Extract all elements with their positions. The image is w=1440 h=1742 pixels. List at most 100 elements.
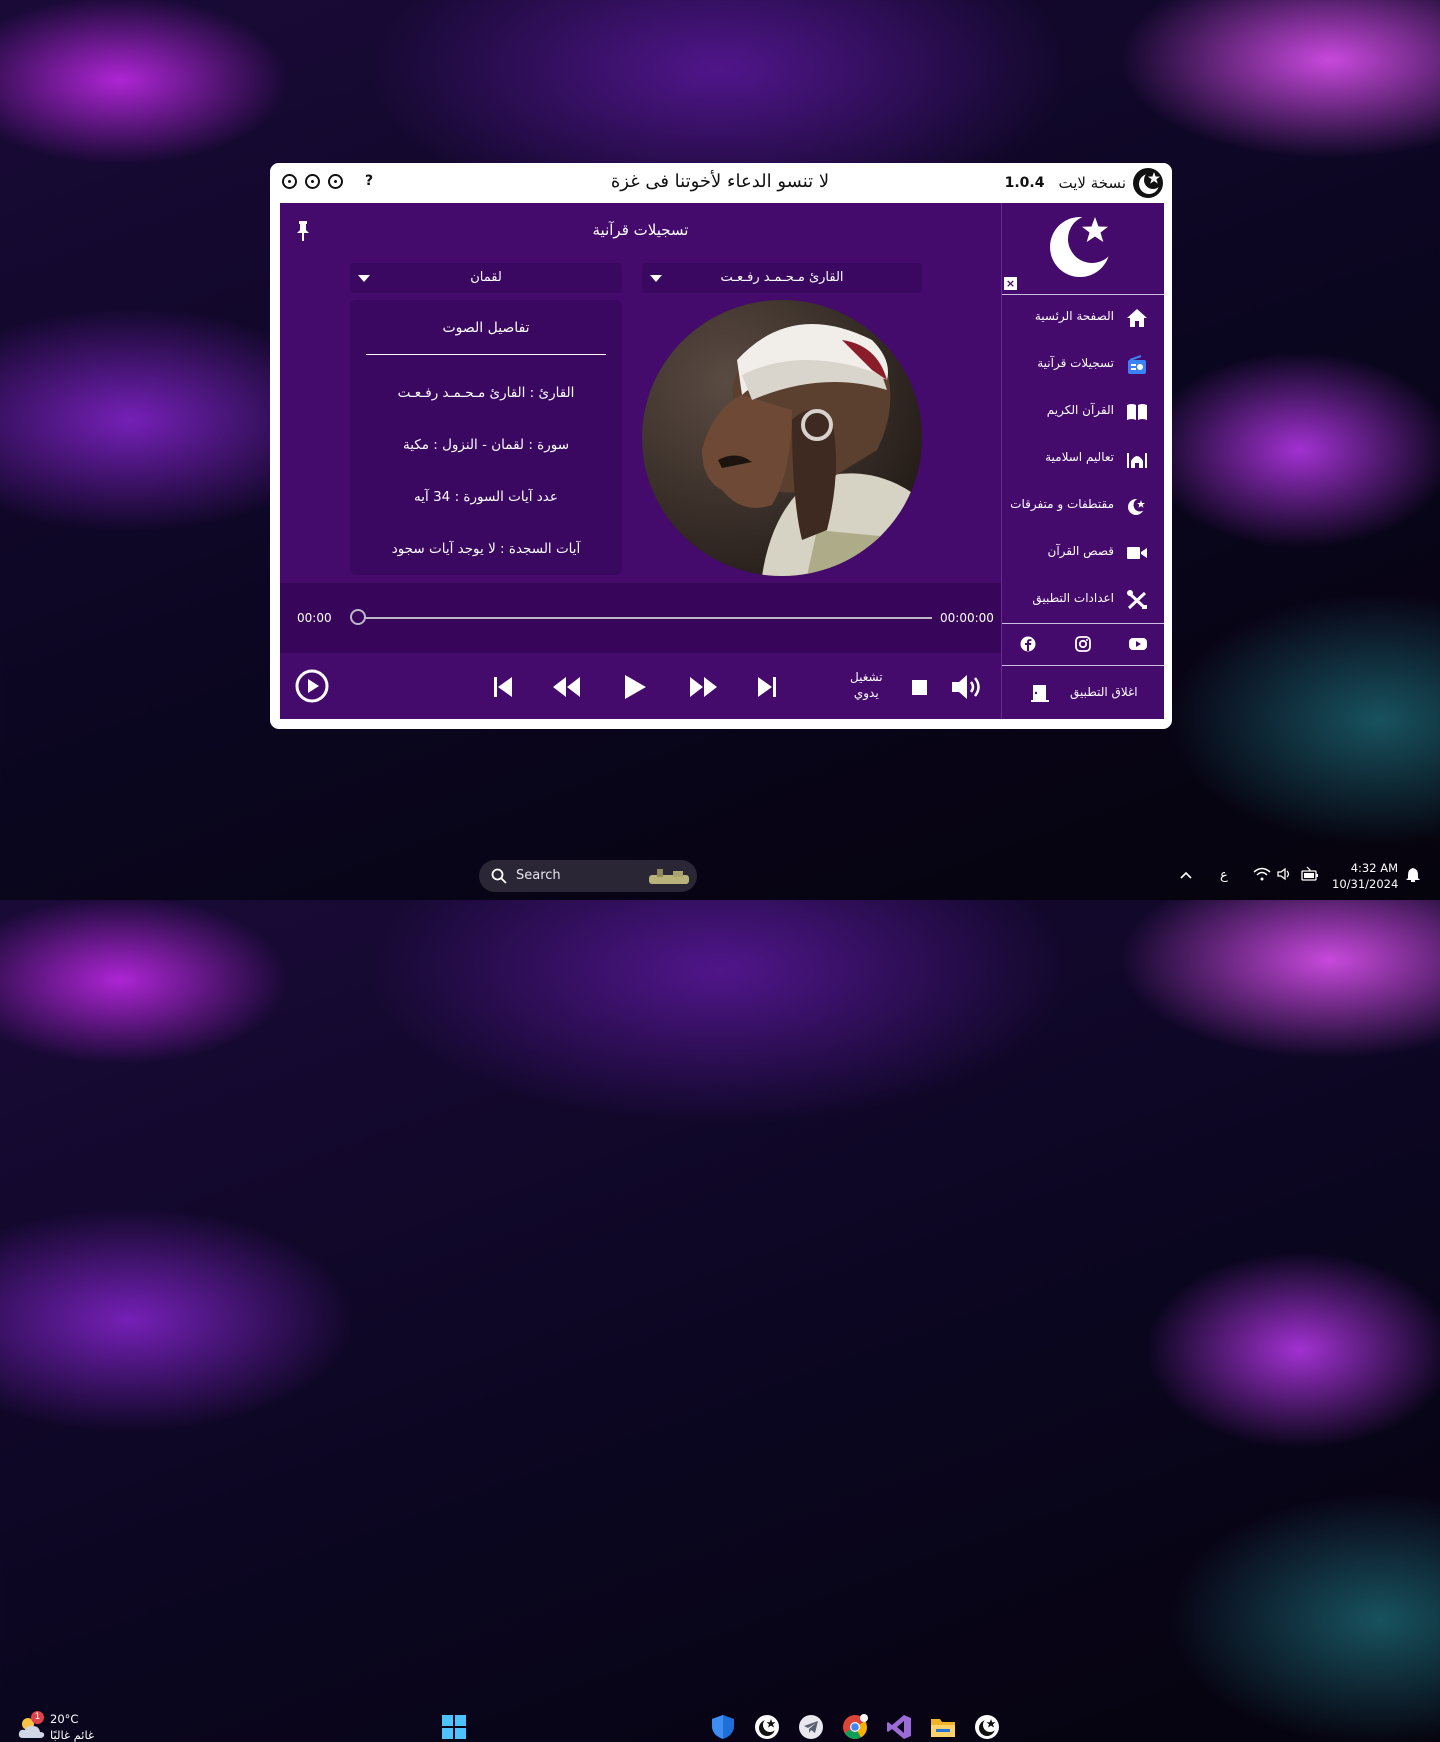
- audio-details-card: تفاصيل الصوت القارئ : القارئ مـحـمـد رفـ…: [350, 300, 622, 575]
- weather-desc: غائم غالبًا: [50, 1728, 95, 1742]
- reciter-dropdown[interactable]: القارئ مـحـمـد رفـعـت: [642, 263, 922, 293]
- surah-dropdown-value: لقمان: [470, 270, 502, 285]
- stop-icon[interactable]: [912, 680, 927, 695]
- minimize-window-button[interactable]: [328, 173, 343, 189]
- reciter-portrait: [642, 300, 922, 576]
- divider: [1002, 665, 1164, 666]
- autoplay-icon[interactable]: [295, 669, 329, 703]
- video-icon: [1127, 547, 1147, 559]
- player-controls: تشغيل يدوي: [280, 653, 1001, 719]
- ayat-count-detail: عدد آيات السورة : 34 آيه: [414, 489, 558, 505]
- close-window-button[interactable]: [282, 173, 297, 189]
- telegram-icon[interactable]: [798, 1714, 824, 1740]
- version-label: نسخة لايت: [1058, 174, 1126, 192]
- divider: [366, 354, 606, 355]
- app-logo-icon: [1050, 215, 1116, 277]
- exit-label: اغلاق التطبيق: [1070, 685, 1138, 699]
- chevron-up-icon[interactable]: [1180, 871, 1192, 879]
- taskbar: 1 20°C غائم غالبًا Search ع 4:32 AM 10/3…: [0, 852, 1440, 1742]
- sidebar-item-stories[interactable]: قصص القرآن: [1002, 533, 1164, 573]
- language-indicator[interactable]: ع: [1220, 868, 1228, 883]
- help-button[interactable]: ?: [365, 173, 373, 189]
- app-brand: 1.0.4 نسخة لايت: [1005, 167, 1164, 199]
- exit-app-button[interactable]: اغلاق التطبيق: [1002, 673, 1164, 713]
- progress-track[interactable]: [358, 617, 932, 619]
- weather-badge: 1: [31, 1711, 44, 1724]
- file-explorer-icon[interactable]: [930, 1714, 956, 1740]
- play-icon[interactable]: [622, 673, 648, 701]
- system-clock[interactable]: 4:32 AM 10/31/2024: [1332, 860, 1398, 892]
- app-logo-icon: [1133, 168, 1163, 198]
- app-logo-icon[interactable]: [974, 1714, 1000, 1740]
- sidebar-item-recordings[interactable]: تسجيلات قرآنية: [1002, 345, 1164, 385]
- visual-studio-icon[interactable]: [886, 1714, 912, 1740]
- surah-detail: سورة : لقمان - النزول : مكية: [402, 437, 570, 453]
- app-logo-icon[interactable]: [754, 1714, 780, 1740]
- total-time: 00:00:00: [940, 611, 994, 625]
- speaker-icon[interactable]: [1277, 867, 1293, 881]
- exit-door-icon: [1031, 685, 1049, 702]
- fast-forward-icon[interactable]: [688, 675, 718, 699]
- recordings-panel: تسجيلات قرآنية لقمان القارئ مـحـمـد رفـع…: [280, 203, 1001, 719]
- weather-temp: 20°C: [50, 1712, 79, 1726]
- defender-shield-icon[interactable]: [710, 1714, 736, 1740]
- youtube-icon[interactable]: [1128, 636, 1148, 652]
- clock-date: 10/31/2024: [1332, 877, 1399, 891]
- rewind-icon[interactable]: [552, 675, 582, 699]
- sidebar: × الصفحة الرئسية تسجيلات قرآنية القرآن ا…: [1001, 203, 1164, 719]
- sidebar-close-button[interactable]: ×: [1004, 277, 1017, 290]
- reciter-detail: القارئ : القارئ مـحـمـد رفـعـت: [397, 385, 575, 401]
- surah-dropdown[interactable]: لقمان: [350, 263, 622, 293]
- sidebar-item-label: اعدادات التطبيق: [1032, 591, 1114, 605]
- maximize-window-button[interactable]: [305, 173, 320, 189]
- sidebar-item-home[interactable]: الصفحة الرئسية: [1002, 298, 1164, 338]
- divider: [1002, 294, 1164, 295]
- sidebar-item-label: القرآن الكريم: [1046, 403, 1114, 417]
- manual-play-line2: يدوي: [853, 686, 879, 700]
- battery-icon[interactable]: [1301, 866, 1319, 882]
- search-icon: [491, 868, 507, 884]
- skip-to-end-icon[interactable]: [756, 675, 778, 699]
- title-bar: ? لا تنسو الدعاء لأخوتنا فى غزة 1.0.4 نس…: [270, 163, 1172, 203]
- tools-icon: [1127, 590, 1147, 610]
- sidebar-item-excerpts[interactable]: مقتطفات و متفرقات: [1002, 486, 1164, 526]
- sidebar-item-label: قصص القرآن: [1047, 544, 1115, 558]
- manual-play-toggle[interactable]: تشغيل يدوي: [850, 669, 883, 701]
- elapsed-time: 00:00: [297, 611, 332, 625]
- volume-icon[interactable]: [950, 672, 986, 702]
- crescent-icon: [1128, 498, 1147, 515]
- taskbar-search[interactable]: Search: [479, 860, 697, 892]
- window-controls: ?: [282, 173, 373, 189]
- chrome-icon[interactable]: [842, 1714, 868, 1740]
- sidebar-item-quran[interactable]: القرآن الكريم: [1002, 392, 1164, 432]
- search-placeholder: Search: [516, 868, 561, 883]
- windows-start-icon[interactable]: [441, 1714, 467, 1740]
- app-window: ? لا تنسو الدعاء لأخوتنا فى غزة 1.0.4 نس…: [270, 163, 1172, 729]
- sidebar-item-label: مقتطفات و متفرقات: [1010, 497, 1114, 511]
- version-number: 1.0.4: [1004, 175, 1045, 191]
- wifi-icon[interactable]: [1253, 867, 1271, 881]
- skip-to-start-icon[interactable]: [492, 675, 514, 699]
- book-icon: [1127, 404, 1147, 420]
- manual-play-line1: تشغيل: [850, 670, 883, 684]
- radio-icon: [1128, 355, 1146, 374]
- sidebar-item-label: الصفحة الرئسية: [1034, 309, 1114, 323]
- mosque-icon: [1127, 453, 1147, 468]
- instagram-icon[interactable]: [1075, 636, 1091, 652]
- search-highlight-icon: [649, 869, 689, 884]
- reciter-dropdown-value: القارئ مـحـمـد رفـعـت: [720, 270, 844, 285]
- home-icon: [1127, 309, 1147, 327]
- sajda-detail: آيات السجدة : لا يوجد آيات سجود: [391, 541, 581, 557]
- progress-knob[interactable]: [350, 609, 366, 625]
- banner-text: لا تنسو الدعاء لأخوتنا فى غزة: [610, 171, 830, 192]
- sidebar-item-settings[interactable]: اعدادات التطبيق: [1002, 580, 1164, 620]
- sidebar-item-label: تعاليم اسلامية: [1045, 450, 1114, 464]
- divider: [1002, 623, 1164, 624]
- progress-area: 00:00 00:00:00: [280, 583, 1001, 653]
- facebook-icon[interactable]: [1020, 636, 1036, 652]
- notification-bell-icon[interactable]: [1405, 867, 1421, 883]
- sidebar-item-teachings[interactable]: تعاليم اسلامية: [1002, 439, 1164, 479]
- details-heading: تفاصيل الصوت: [442, 320, 530, 336]
- clock-time: 4:32 AM: [1350, 861, 1398, 875]
- page-title: تسجيلات قرآنية: [592, 221, 689, 239]
